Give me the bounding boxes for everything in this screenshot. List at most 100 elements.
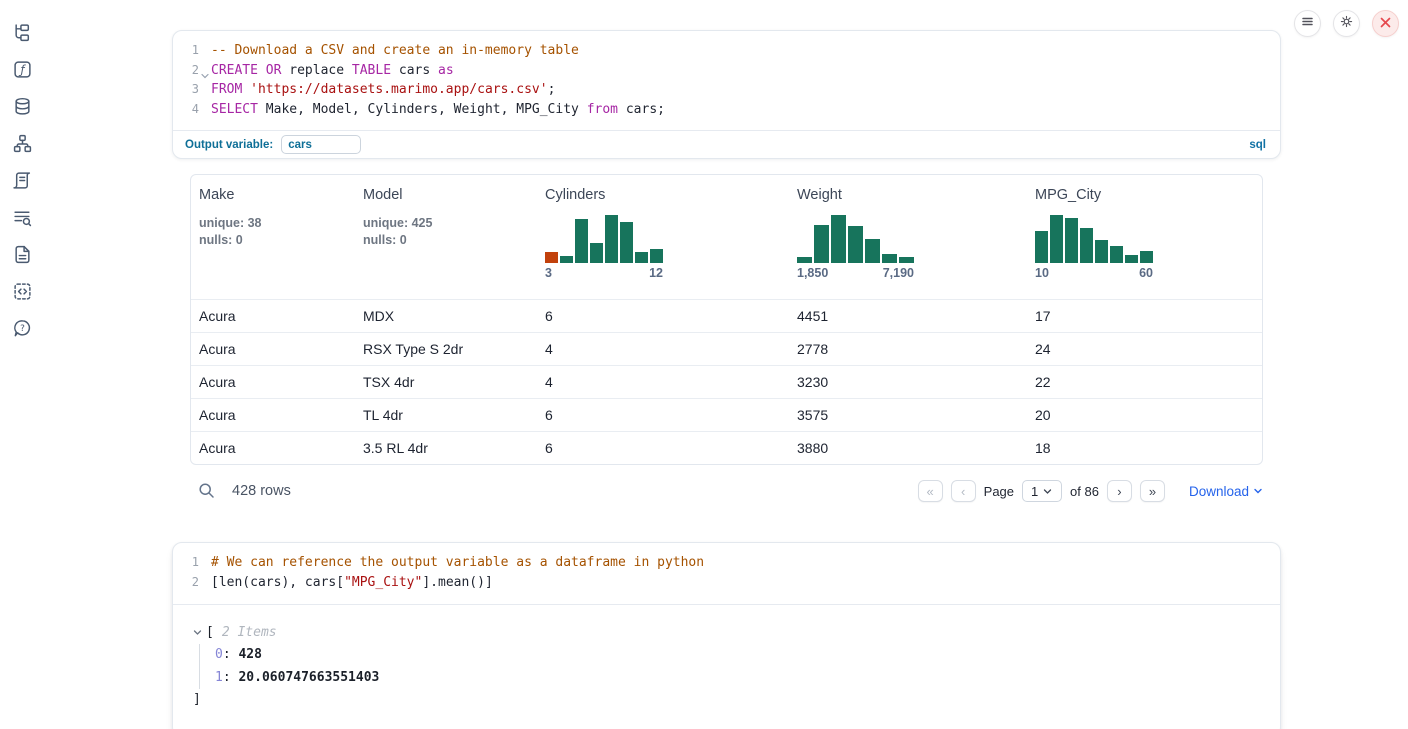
items-count-label: 2 Items: [222, 622, 277, 645]
table-row[interactable]: Acura3.5 RL 4dr6388018: [191, 431, 1262, 464]
histogram-bar: [865, 239, 880, 263]
collapse-chevron-icon[interactable]: [193, 628, 202, 637]
column-header-mpg_city[interactable]: MPG_City 1060: [1027, 175, 1262, 299]
table-cell[interactable]: Acura: [191, 332, 355, 365]
menu-button[interactable]: [1294, 10, 1321, 37]
table-cell[interactable]: RSX Type S 2dr: [355, 332, 537, 365]
tree-entry-value: 428: [238, 647, 261, 662]
table-row[interactable]: AcuraTL 4dr6357520: [191, 398, 1262, 431]
previous-page-button[interactable]: ‹: [951, 480, 976, 502]
table-cell[interactable]: MDX: [355, 299, 537, 332]
table-cell[interactable]: 6: [537, 431, 789, 464]
column-stats: unique: 425nulls: 0: [363, 215, 529, 249]
code-text: SELECT Make, Model, Cylinders, Weight, M…: [211, 100, 1280, 120]
helper-sidebar: ƒ ?: [0, 0, 44, 729]
table-row[interactable]: AcuraTSX 4dr4323022: [191, 365, 1262, 398]
column-stats: unique: 38nulls: 0: [199, 215, 347, 249]
shutdown-button[interactable]: [1372, 10, 1399, 37]
table-cell[interactable]: 6: [537, 299, 789, 332]
table-cell[interactable]: Acura: [191, 365, 355, 398]
language-badge: sql: [1249, 139, 1266, 151]
table-row[interactable]: AcuraRSX Type S 2dr4277824: [191, 332, 1262, 365]
histogram-bar: [814, 225, 829, 263]
last-page-button[interactable]: »: [1140, 480, 1165, 502]
column-label: Model: [363, 187, 529, 203]
documentation-icon[interactable]: [12, 244, 32, 264]
code-text: FROM 'https://datasets.marimo.app/cars.c…: [211, 80, 1280, 100]
table-cell[interactable]: TSX 4dr: [355, 365, 537, 398]
results-table: Makeunique: 38nulls: 0 Model unique: 425nu…: [191, 175, 1262, 464]
dependency-graph-icon[interactable]: [12, 133, 32, 153]
table-cell[interactable]: 24: [1027, 332, 1262, 365]
results-table-container: Makeunique: 38nulls: 0 Model unique: 425nu…: [190, 174, 1263, 465]
column-header-weight[interactable]: Weight1,8507,190: [789, 175, 1027, 299]
download-button[interactable]: Download: [1189, 484, 1263, 499]
histogram-bar: [1065, 218, 1078, 263]
code-line[interactable]: 1# We can reference the output variable …: [173, 553, 1280, 573]
column-histogram[interactable]: 1,8507,190: [797, 215, 914, 280]
scratchpad-icon[interactable]: [12, 170, 32, 190]
table-cell[interactable]: Acura: [191, 398, 355, 431]
table-cell[interactable]: 3230: [789, 365, 1027, 398]
histogram-bar: [575, 219, 588, 263]
first-page-button[interactable]: «: [918, 480, 943, 502]
table-cell[interactable]: 3575: [789, 398, 1027, 431]
table-footer: 428 rows « ‹ Page 1 of 86 › » Download: [190, 471, 1263, 511]
file-tree-icon[interactable]: [12, 22, 32, 42]
table-cell[interactable]: 2778: [789, 332, 1027, 365]
histogram-bar: [605, 215, 618, 263]
tree-entry[interactable]: 0: 428: [215, 644, 1260, 667]
output-variable-bar: Output variable: sql: [173, 130, 1280, 158]
code-line[interactable]: 3FROM 'https://datasets.marimo.app/cars.…: [173, 80, 1280, 100]
table-cell[interactable]: 22: [1027, 365, 1262, 398]
tree-entry[interactable]: 1: 20.060747663551403: [215, 667, 1260, 690]
table-cell[interactable]: 4: [537, 365, 789, 398]
code-line[interactable]: 2CREATE OR replace TABLE cars as: [173, 61, 1280, 81]
code-line[interactable]: 1-- Download a CSV and create an in-memo…: [173, 41, 1280, 61]
table-cell[interactable]: 18: [1027, 431, 1262, 464]
python-code-editor[interactable]: 1# We can reference the output variable …: [173, 543, 1280, 603]
column-histogram[interactable]: 312: [545, 215, 663, 280]
search-icon[interactable]: [198, 482, 216, 500]
help-icon[interactable]: ?: [12, 318, 32, 338]
histogram-bar: [1125, 255, 1138, 263]
datasources-icon[interactable]: [12, 96, 32, 116]
column-header-cylinders[interactable]: Cylinders 312: [537, 175, 789, 299]
table-cell[interactable]: 4451: [789, 299, 1027, 332]
page-label: Page: [984, 484, 1014, 499]
column-histogram[interactable]: 1060: [1035, 215, 1153, 280]
table-cell[interactable]: 17: [1027, 299, 1262, 332]
page-select[interactable]: 1: [1022, 480, 1062, 502]
tree-entry-index: 1: [215, 670, 223, 685]
code-text: CREATE OR replace TABLE cars as: [211, 61, 1280, 81]
column-label: Cylinders: [545, 187, 781, 203]
total-pages-label: of 86: [1070, 484, 1099, 499]
code-line[interactable]: 2[len(cars), cars["MPG_City"].mean()]: [173, 573, 1280, 593]
sql-code-editor[interactable]: 1-- Download a CSV and create an in-memo…: [173, 31, 1280, 130]
column-header-model[interactable]: Model unique: 425nulls: 0: [355, 175, 537, 299]
table-cell[interactable]: Acura: [191, 299, 355, 332]
column-header-make[interactable]: Makeunique: 38nulls: 0: [191, 175, 355, 299]
table-cell[interactable]: TL 4dr: [355, 398, 537, 431]
outline-search-icon[interactable]: [12, 207, 32, 227]
table-cell[interactable]: 20: [1027, 398, 1262, 431]
tree-entry-index: 0: [215, 647, 223, 662]
output-variable-input[interactable]: [281, 135, 361, 154]
column-label: MPG_City: [1035, 187, 1254, 203]
settings-button[interactable]: [1333, 10, 1360, 37]
table-row[interactable]: AcuraMDX6445117: [191, 299, 1262, 332]
table-cell[interactable]: 3880: [789, 431, 1027, 464]
gear-icon: [1339, 14, 1354, 34]
histogram-ticks: 1060: [1035, 266, 1153, 280]
snippets-icon[interactable]: [12, 281, 32, 301]
table-cell[interactable]: 6: [537, 398, 789, 431]
code-line[interactable]: 4SELECT Make, Model, Cylinders, Weight, …: [173, 100, 1280, 120]
svg-text:ƒ: ƒ: [18, 62, 26, 76]
histogram-bar: [1050, 215, 1063, 263]
next-page-button[interactable]: ›: [1107, 480, 1132, 502]
table-cell[interactable]: 4: [537, 332, 789, 365]
table-cell[interactable]: Acura: [191, 431, 355, 464]
table-cell[interactable]: 3.5 RL 4dr: [355, 431, 537, 464]
functions-icon[interactable]: ƒ: [12, 59, 32, 79]
histogram-bar: [1080, 228, 1093, 263]
